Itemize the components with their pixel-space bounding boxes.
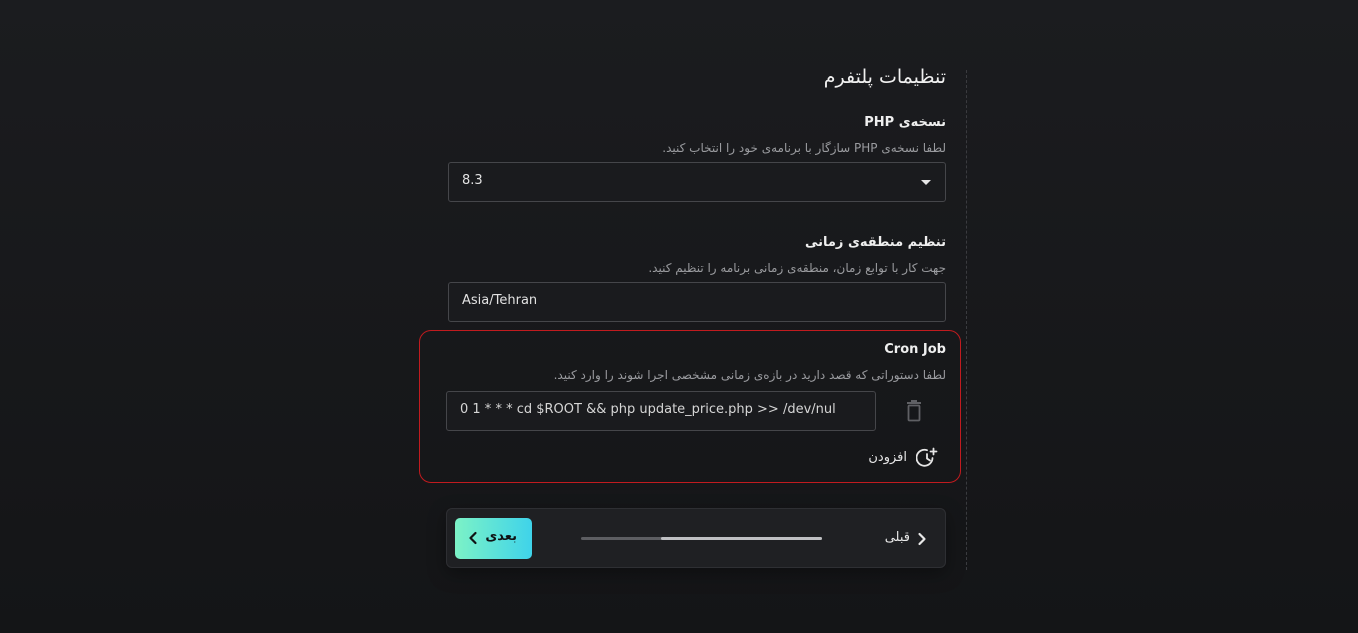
trash-icon — [907, 400, 921, 422]
cron-command-input[interactable]: 0 1 * * * cd $ROOT && php update_price.p… — [446, 391, 876, 431]
php-version-value: 8.3 — [462, 173, 483, 188]
page-title: تنظیمات پلتفرم — [823, 66, 946, 88]
next-button[interactable]: بعدی — [455, 518, 532, 559]
cron-command-value: 0 1 * * * cd $ROOT && php update_price.p… — [460, 402, 836, 417]
chevron-left-icon — [469, 531, 477, 545]
previous-button[interactable]: قبلی — [872, 526, 934, 552]
chevron-right-icon — [918, 532, 926, 546]
timezone-value: Asia/Tehran — [462, 293, 538, 308]
previous-button-label: قبلی — [884, 530, 910, 545]
php-version-hint: لطفا نسخه‌ی PHP سازگار با برنامه‌ی خود ر… — [662, 141, 946, 155]
next-button-label: بعدی — [485, 529, 517, 544]
timezone-label: تنظیم منطقه‌ی زمانی — [804, 235, 946, 250]
page: تنظیمات پلتفرم نسخه‌ی PHP لطفا نسخه‌ی PH… — [0, 0, 1358, 633]
add-cron-label: افزودن — [868, 450, 907, 465]
delete-cron-button[interactable] — [904, 400, 924, 422]
wizard-footer: بعدی قبلی — [446, 508, 946, 568]
wizard-progress-bar — [581, 537, 822, 540]
add-cron-button[interactable]: افزودن — [860, 445, 942, 471]
wizard-progress-fill — [660, 537, 822, 540]
php-version-label: نسخه‌ی PHP — [864, 115, 946, 130]
php-version-select[interactable]: 8.3 — [448, 162, 946, 202]
timezone-hint: جهت کار با توابع زمان، منطقه‌ی زمانی برن… — [648, 261, 946, 275]
timezone-input[interactable]: Asia/Tehran — [448, 282, 946, 322]
vertical-divider — [966, 70, 967, 570]
clock-plus-icon — [916, 447, 938, 467]
chevron-down-icon — [921, 180, 931, 185]
